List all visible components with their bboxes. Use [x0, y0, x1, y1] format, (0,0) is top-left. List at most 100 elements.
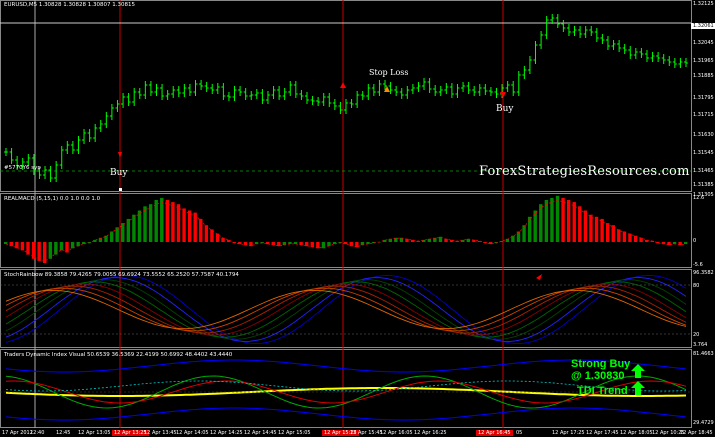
time-axis-tick: 12 Apr 14:25	[210, 430, 243, 436]
macd-histogram-bar	[199, 218, 203, 242]
stoch-rainbow-line	[5, 283, 687, 336]
price-axis-tick: 1.32125	[693, 1, 714, 7]
time-axis-tick: 12 Apr 18:05	[620, 430, 653, 436]
time-axis-tick: 12:40	[30, 430, 45, 436]
macd-histogram-bar	[555, 195, 560, 242]
price-panel-frame	[0, 0, 692, 192]
price-axis-tick: 1.31885	[693, 73, 714, 79]
macd-histogram-bar	[154, 200, 158, 242]
tdi-trend-label: TDI Trend	[577, 385, 628, 397]
time-axis-tick: 12 Apr 14:05	[176, 430, 209, 436]
macd-histogram-bar	[600, 218, 604, 242]
buy-arrow-1	[118, 152, 122, 158]
macd-histogram-bar	[43, 242, 47, 263]
time-axis-tick: 12 Apr 13:05	[78, 430, 111, 436]
tdi-axis: 81.4663 29.4729	[691, 348, 715, 428]
stoch-panel-frame	[0, 269, 692, 348]
stoch-axis-max: 96.3582	[693, 270, 714, 276]
macd-histogram-bar	[26, 242, 30, 255]
macd-histogram-bar	[160, 197, 164, 242]
price-axis-tick: 1.31965	[693, 58, 714, 64]
macd-histogram-bar	[115, 227, 119, 242]
time-axis-tick: 12 Apr 17:45	[586, 430, 619, 436]
macd-histogram-bar	[572, 202, 576, 242]
buy-marker	[119, 188, 122, 191]
stochrainbow-title: StochRainbow 89.3858 79.4265 79.0055 69.…	[4, 272, 239, 278]
macd-histogram-bar	[15, 242, 19, 249]
macd-histogram-bar	[193, 212, 197, 242]
price-axis-tick: 1.31465	[693, 168, 714, 174]
macd-panel-frame	[0, 193, 692, 268]
macd-histogram-bar	[182, 208, 186, 242]
macd-histogram-bar	[59, 242, 64, 251]
macd-histogram-bar	[617, 229, 621, 242]
tdi-trend-arrow-icon	[631, 381, 645, 395]
tdi-title: Traders Dynamic Index Visual 50.6539 36.…	[4, 352, 233, 358]
strong-buy-price: @ 1.30830	[571, 370, 625, 382]
macd-histogram-bar	[37, 242, 41, 261]
price-axis-tick: 1.31795	[693, 95, 714, 101]
buy-signal-label-2: Buy	[496, 104, 514, 114]
macd-histogram-bar	[589, 214, 593, 242]
price-axis-tick: 1.32045	[693, 40, 714, 46]
mt4-chart-window[interactable]: EURUSD,M5 1.30828 1.30828 1.30807 1.3081…	[0, 0, 715, 437]
time-axis-tick: 12 Apr 17:25	[552, 430, 585, 436]
time-axis-tick: 12 Apr 16:05	[380, 430, 413, 436]
current-price-marker: 1.32061	[691, 23, 715, 29]
tdi-axis-min: 29.4729	[693, 420, 714, 426]
macd-histogram-bar	[522, 225, 526, 242]
stoch-rainbow-line	[5, 281, 687, 338]
time-axis-tick: 12 Apr 18:45	[680, 430, 713, 436]
macd-histogram-bar	[132, 214, 136, 242]
time-axis-tick: 12:45	[56, 430, 71, 436]
stochrainbow-axis: 96.3582 80 20 3.764	[691, 268, 715, 348]
macd-histogram-bar	[628, 233, 632, 242]
macd-histogram-bar	[684, 242, 688, 245]
time-axis: 17 Apr 2012 12:40 12:45 12 Apr 13:05 12 Apr …	[0, 428, 713, 437]
time-axis-tick: 12 Apr 14:45	[244, 430, 277, 436]
watermark: ForexStrategiesResources.com	[479, 164, 690, 179]
macd-histogram-bar	[561, 197, 565, 242]
macd-histogram-bar	[176, 204, 181, 242]
price-axis-tick: 1.31630	[693, 132, 714, 138]
macd-histogram-bar	[578, 206, 582, 242]
stop-loss-label: Stop Loss	[369, 68, 409, 77]
macd-histogram-bar	[148, 204, 153, 242]
buy-signal-label-1: Buy	[110, 168, 128, 178]
macd-histogram-bar	[544, 200, 549, 242]
macd-histogram-bar	[48, 242, 52, 259]
time-axis-tick: 12 Apr 16:45	[476, 430, 513, 436]
stop-arrow	[340, 82, 346, 88]
realmacd-axis-zero: 0	[693, 238, 697, 244]
time-axis-tick: 17 Apr 2012	[2, 430, 33, 436]
stoch-rainbow-line	[5, 289, 687, 330]
stoch-signal-arrow	[536, 274, 542, 280]
realmacd-axis-max: 12.6	[693, 195, 705, 201]
macd-histogram-bar	[187, 210, 192, 242]
macd-histogram-bar	[583, 210, 588, 242]
macd-histogram-bar	[165, 200, 170, 242]
symbol-header: EURUSD,M5 1.30828 1.30828 1.30807 1.3081…	[4, 2, 136, 8]
macd-histogram-bar	[594, 216, 599, 242]
strong-buy-label: Strong Buy	[571, 358, 631, 370]
macd-histogram-bar	[215, 233, 220, 242]
macd-histogram-bar	[204, 225, 209, 242]
macd-histogram-bar	[171, 202, 175, 242]
macd-histogram-bar	[137, 210, 142, 242]
price-axis-tick: 1.31385	[693, 182, 714, 188]
macd-histogram-bar	[566, 200, 571, 242]
macd-histogram-bar	[143, 206, 147, 242]
stoch-axis-80: 80	[693, 283, 700, 289]
time-axis-tick: 05	[516, 430, 523, 436]
time-axis-tick: 12 Apr 15:45	[350, 430, 383, 436]
price-axis-tick: 1.31715	[693, 112, 714, 118]
macd-histogram-bar	[65, 242, 69, 253]
stoch-axis-20: 20	[693, 332, 700, 338]
stoch-rainbow-line	[5, 285, 687, 334]
time-axis-tick: 12 Apr 13:45	[144, 430, 177, 436]
buy-arrow-2	[500, 92, 506, 98]
macd-histogram-bar	[605, 223, 610, 242]
time-axis-tick: 12 Apr 15:05	[278, 430, 311, 436]
time-axis-tick: 12 Apr 16:25	[414, 430, 447, 436]
tdi-axis-max: 81.4663	[693, 351, 714, 357]
